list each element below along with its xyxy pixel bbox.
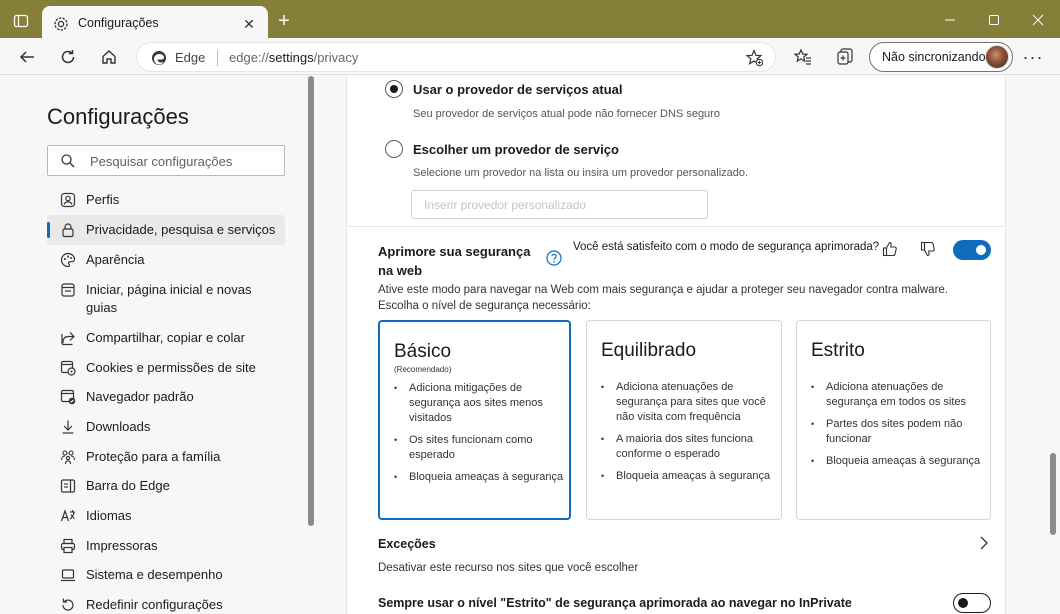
browser-icon <box>59 388 77 406</box>
sync-profile-button[interactable]: Não sincronizando <box>869 42 1013 72</box>
family-icon <box>59 448 77 466</box>
list-item: Bloqueia ameaças à segurança <box>394 470 564 485</box>
url-text: edge://settings/privacy <box>229 50 359 65</box>
card-bullets: Adiciona atenuações de segurança em todo… <box>811 380 981 476</box>
exceptions-description: Desativar este recurso nos sites que voc… <box>378 562 639 574</box>
sidebar-item-navegador[interactable]: Navegador padrão <box>47 388 285 408</box>
edge-bar-icon <box>59 477 77 495</box>
reset-icon <box>59 596 77 614</box>
avatar <box>985 45 1009 69</box>
list-item: Os sites funcionam como esperado <box>394 433 564 463</box>
tab-settings[interactable]: Configurações ✕ <box>42 6 268 42</box>
page-scrollbar[interactable] <box>1050 453 1056 535</box>
minimize-icon[interactable] <box>940 10 960 30</box>
list-item: Bloqueia ameaças à segurança <box>811 454 981 469</box>
sidebar-item-compartilhar[interactable]: Compartilhar, copiar e colar <box>47 329 285 349</box>
list-item: A maioria dos sites funciona conforme o … <box>601 432 771 462</box>
languages-icon <box>59 507 77 525</box>
dns-option-current-label: Usar o provedor de serviços atual <box>413 82 623 97</box>
tab-title: Configurações <box>78 16 159 30</box>
share-icon <box>59 329 77 347</box>
lock-icon <box>59 221 77 239</box>
list-item: Adiciona mitigações de segurança aos sit… <box>394 381 564 426</box>
inprivate-strict-label: Sempre usar o nível "Estrito" de seguran… <box>378 596 852 610</box>
sidebar-item-aparencia[interactable]: Aparência <box>47 251 285 271</box>
list-item: Bloqueia ameaças à segurança <box>601 469 771 484</box>
edge-label: Edge <box>175 50 206 65</box>
list-item: Partes dos sites podem não funcionar <box>811 417 981 447</box>
card-title: Básico <box>394 341 452 362</box>
help-icon[interactable] <box>546 250 562 266</box>
list-item: Adiciona atenuações de segurança em todo… <box>811 380 981 410</box>
favorites-icon[interactable] <box>790 44 816 70</box>
feedback-question: Você está satisfeito com o modo de segur… <box>573 241 880 253</box>
dns-option-current-radio[interactable] <box>385 80 403 98</box>
sidebar-item-perfis[interactable]: Perfis <box>47 191 285 211</box>
address-separator <box>217 50 218 66</box>
sidebar-item-privacidade[interactable]: Privacidade, pesquisa e serviços <box>47 215 285 245</box>
search-icon <box>60 153 76 169</box>
sidebar-item-downloads[interactable]: Downloads <box>47 418 285 438</box>
enhanced-security-toggle[interactable] <box>953 240 991 260</box>
more-options-icon[interactable]: ··· <box>1020 44 1046 70</box>
card-bullets: Adiciona mitigações de segurança aos sit… <box>394 381 564 492</box>
enhanced-security-description: Ative este modo para navegar na Web com … <box>378 284 948 312</box>
sidebar-scrollbar[interactable] <box>308 76 314 526</box>
dns-option-choose-label: Escolher um provedor de serviço <box>413 142 619 157</box>
address-bar[interactable]: Edge edge://settings/privacy <box>136 42 776 72</box>
download-icon <box>59 418 77 436</box>
edge-logo-icon <box>151 50 167 66</box>
collections-icon[interactable] <box>832 44 858 70</box>
security-level-basic-card[interactable]: Básico (Recomendado) Adiciona mitigações… <box>378 320 571 520</box>
maximize-icon[interactable] <box>984 10 1004 30</box>
sidebar-item-idiomas[interactable]: Idiomas <box>47 507 285 527</box>
sidebar-item-sistema[interactable]: Sistema e desempenho <box>47 566 285 586</box>
profile-icon <box>59 191 77 209</box>
sidebar-item-cookies[interactable]: Cookies e permissões de site <box>47 359 285 379</box>
dns-option-choose-radio[interactable] <box>385 140 403 158</box>
security-level-balanced-card[interactable]: Equilibrado Adiciona atenuações de segur… <box>586 320 782 520</box>
palette-icon <box>59 251 77 269</box>
refresh-icon[interactable] <box>55 44 81 70</box>
sidebar-toggle-icon[interactable] <box>12 12 30 30</box>
card-bullets: Adiciona atenuações de segurança para si… <box>601 380 771 491</box>
card-title: Estrito <box>811 340 865 361</box>
browser-toolbar: Edge edge://settings/privacy Não sincron… <box>0 38 1060 75</box>
cookies-icon <box>59 359 77 377</box>
page-title: Configurações <box>47 104 189 129</box>
thumbs-up-icon[interactable] <box>881 240 899 258</box>
sidebar-item-impressoras[interactable]: Impressoras <box>47 537 285 557</box>
sidebar-item-familia[interactable]: Proteção para a família <box>47 448 285 468</box>
home-page-icon <box>59 281 77 299</box>
close-window-icon[interactable] <box>1028 10 1048 30</box>
custom-provider-input[interactable] <box>411 190 708 219</box>
list-item: Adiciona atenuações de segurança para si… <box>601 380 771 425</box>
title-bar: Configurações ✕ + <box>0 0 1060 42</box>
laptop-icon <box>59 566 77 584</box>
dns-option-current-sub: Seu provedor de serviços atual pode não … <box>413 108 720 120</box>
close-tab-icon[interactable]: ✕ <box>240 15 258 33</box>
dns-option-choose-sub: Selecione um provedor na lista ou insira… <box>413 167 749 179</box>
sidebar-item-redefinir[interactable]: Redefinir configurações <box>47 596 285 614</box>
exceptions-title[interactable]: Exceções <box>378 537 436 551</box>
chevron-right-icon[interactable] <box>976 534 992 552</box>
sync-label: Não sincronizando <box>882 50 986 64</box>
sidebar-item-barra-edge[interactable]: Barra do Edge <box>47 477 285 497</box>
add-favorite-icon[interactable] <box>745 48 765 68</box>
thumbs-down-icon[interactable] <box>919 240 937 258</box>
sidebar-item-iniciar[interactable]: Iniciar, página inicial e novas guias <box>47 281 285 319</box>
recommended-badge: (Recomendado) <box>394 365 452 374</box>
card-title: Equilibrado <box>601 340 697 361</box>
new-tab-icon[interactable]: + <box>274 11 294 31</box>
enhanced-security-title: Aprimore sua segurança na web <box>378 244 531 278</box>
section-divider <box>346 226 1006 227</box>
search-box[interactable] <box>47 145 285 176</box>
back-icon[interactable] <box>14 44 40 70</box>
gear-icon <box>52 15 70 33</box>
home-icon[interactable] <box>96 44 122 70</box>
inprivate-strict-toggle[interactable] <box>953 593 991 613</box>
search-input[interactable] <box>90 152 270 170</box>
printer-icon <box>59 537 77 555</box>
security-level-strict-card[interactable]: Estrito Adiciona atenuações de segurança… <box>796 320 991 520</box>
